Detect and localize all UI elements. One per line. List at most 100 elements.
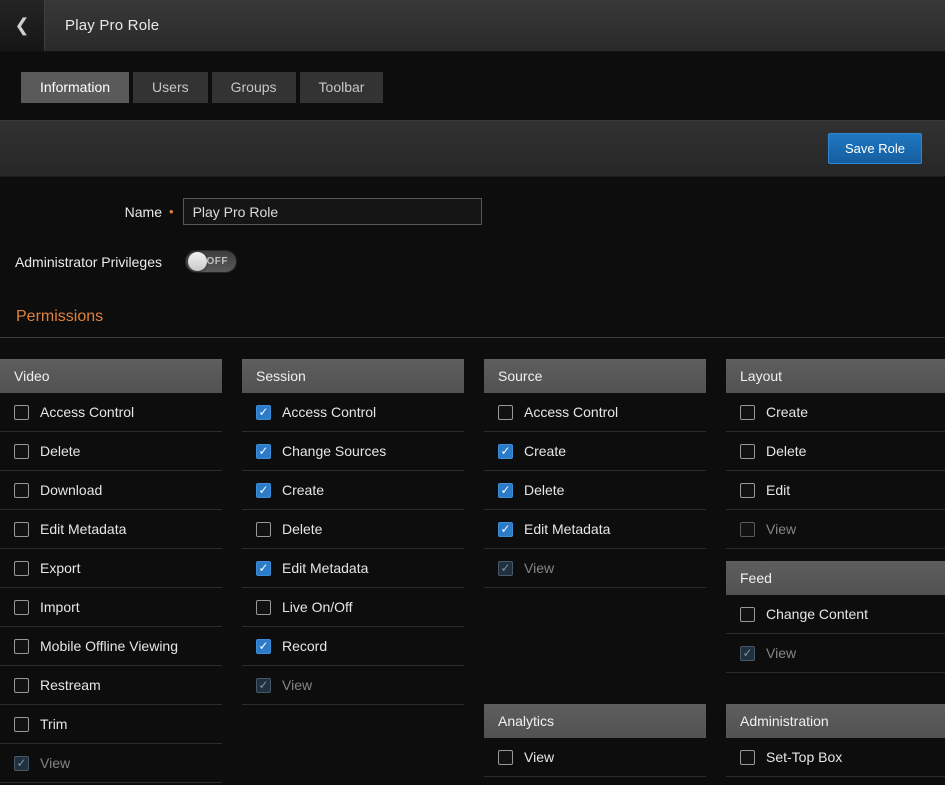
admin-privileges-toggle[interactable]: OFF [185, 250, 237, 273]
permission-group-header: Analytics [484, 704, 706, 738]
section-divider [0, 337, 945, 338]
permission-row[interactable]: ✓Edit Metadata [484, 510, 706, 549]
checkbox-unchecked-icon[interactable] [740, 607, 755, 622]
permission-row[interactable]: Import [0, 588, 222, 627]
checkbox-unchecked-icon[interactable] [498, 405, 513, 420]
back-button[interactable]: ❮ [0, 0, 45, 51]
permission-row[interactable]: ✓ Edit Metadata [242, 549, 464, 588]
permission-row[interactable]: Access Control [484, 393, 706, 432]
permission-label: Access Control [40, 404, 134, 420]
checkbox-checked-icon[interactable]: ✓ [498, 444, 513, 459]
permission-label: Delete [766, 443, 806, 459]
permission-label: Download [40, 482, 102, 498]
checkbox-checked-icon[interactable]: ✓ [256, 639, 271, 654]
permission-row[interactable]: Export [0, 549, 222, 588]
permissions-columns: VideoAccess ControlDeleteDownloadEdit Me… [0, 359, 945, 783]
permission-label: Change Content [766, 606, 868, 622]
checkbox-checked-icon[interactable]: ✓ [256, 444, 271, 459]
tab-bar: Information Users Groups Toolbar [21, 72, 945, 103]
checkbox-unchecked-icon[interactable] [14, 522, 29, 537]
save-role-button[interactable]: Save Role [828, 133, 922, 164]
permission-label: Restream [40, 677, 101, 693]
permission-row[interactable]: Mobile Offline Viewing [0, 627, 222, 666]
permission-row[interactable]: ✓Delete [484, 471, 706, 510]
permission-group-header: Layout [726, 359, 945, 393]
permission-row[interactable]: Live On/Off [242, 588, 464, 627]
permission-row[interactable]: Trim [0, 705, 222, 744]
permission-label: View [524, 749, 554, 765]
checkbox-checked-icon[interactable]: ✓ [256, 483, 271, 498]
checkbox-unchecked-icon[interactable] [14, 444, 29, 459]
permission-row[interactable]: Edit Metadata [0, 510, 222, 549]
permission-group-header: Source [484, 359, 706, 393]
permission-group: FeedChange Content✓View [726, 561, 945, 673]
permission-row[interactable]: ✓Record [242, 627, 464, 666]
permission-row[interactable]: Edit [726, 471, 945, 510]
permission-row[interactable]: ✓Create [242, 471, 464, 510]
permission-group-header: Administration [726, 704, 945, 738]
permission-group: LayoutCreateDeleteEditView [726, 359, 945, 549]
permission-group: VideoAccess ControlDeleteDownloadEdit Me… [0, 359, 222, 783]
permission-row: ✓View [242, 666, 464, 705]
permission-label: Mobile Offline Viewing [40, 638, 178, 654]
permission-group: Session ✓ Access Control ✓ Change Sources ✓Cr… [242, 359, 464, 705]
permission-label: Delete [282, 521, 322, 537]
permission-row[interactable]: ✓ Create [484, 432, 706, 471]
permission-row[interactable]: Delete [242, 510, 464, 549]
checkbox-checked-icon[interactable]: ✓ [498, 483, 513, 498]
permission-label: Create [524, 443, 566, 459]
checkbox-unchecked-icon[interactable] [498, 750, 513, 765]
checkbox-checked-icon: ✓ [256, 678, 271, 693]
permission-row[interactable]: Delete [0, 432, 222, 471]
required-marker: • [169, 204, 174, 219]
permission-label: Live On/Off [282, 599, 353, 615]
permission-row[interactable]: Delete [726, 432, 945, 471]
permission-label: Create [766, 404, 808, 420]
role-name-input[interactable] [183, 198, 482, 225]
permission-label: View [766, 645, 796, 661]
permission-group-header: Session [242, 359, 464, 393]
name-label: Name [0, 204, 162, 220]
checkbox-unchecked-icon[interactable] [740, 444, 755, 459]
checkbox-unchecked-icon[interactable] [740, 750, 755, 765]
permission-label: View [524, 560, 554, 576]
checkbox-unchecked-icon[interactable] [14, 717, 29, 732]
checkbox-unchecked-icon[interactable] [256, 600, 271, 615]
checkbox-unchecked-icon[interactable] [14, 405, 29, 420]
permission-label: Edit Metadata [282, 560, 368, 576]
checkbox-checked-icon[interactable]: ✓ [498, 522, 513, 537]
permission-row: ✓View [726, 634, 945, 673]
tab-groups[interactable]: Groups [212, 72, 296, 103]
page-title: Play Pro Role [65, 0, 159, 51]
permission-row[interactable]: Download [0, 471, 222, 510]
checkbox-unchecked-icon[interactable] [14, 678, 29, 693]
action-bar: Save Role [0, 120, 945, 177]
tab-users[interactable]: Users [133, 72, 208, 103]
permission-label: Set-Top Box [766, 749, 842, 765]
checkbox-checked-icon: ✓ [14, 756, 29, 771]
checkbox-checked-icon[interactable]: ✓ [256, 561, 271, 576]
permission-row[interactable]: Change Content [726, 595, 945, 634]
permission-label: Change Sources [282, 443, 386, 459]
permission-group: Administration Set-Top Box [726, 704, 945, 777]
checkbox-unchecked-icon[interactable] [740, 405, 755, 420]
permission-row[interactable]: ✓ Access Control [242, 393, 464, 432]
checkbox-unchecked-icon[interactable] [14, 639, 29, 654]
checkbox-checked-icon[interactable]: ✓ [256, 405, 271, 420]
permission-row[interactable]: Restream [0, 666, 222, 705]
checkbox-unchecked-icon[interactable] [14, 600, 29, 615]
permission-row[interactable]: Create [726, 393, 945, 432]
checkbox-unchecked-icon[interactable] [740, 483, 755, 498]
checkbox-unchecked-icon[interactable] [14, 483, 29, 498]
checkbox-unchecked-icon[interactable] [256, 522, 271, 537]
name-row: Name • [0, 198, 945, 225]
checkbox-unchecked-icon [740, 522, 755, 537]
permission-row[interactable]: View [484, 738, 706, 777]
checkbox-unchecked-icon[interactable] [14, 561, 29, 576]
permission-label: Access Control [282, 404, 376, 420]
tab-information[interactable]: Information [21, 72, 129, 103]
permission-row[interactable]: Access Control [0, 393, 222, 432]
permission-row[interactable]: Set-Top Box [726, 738, 945, 777]
permission-row[interactable]: ✓ Change Sources [242, 432, 464, 471]
tab-toolbar[interactable]: Toolbar [300, 72, 384, 103]
